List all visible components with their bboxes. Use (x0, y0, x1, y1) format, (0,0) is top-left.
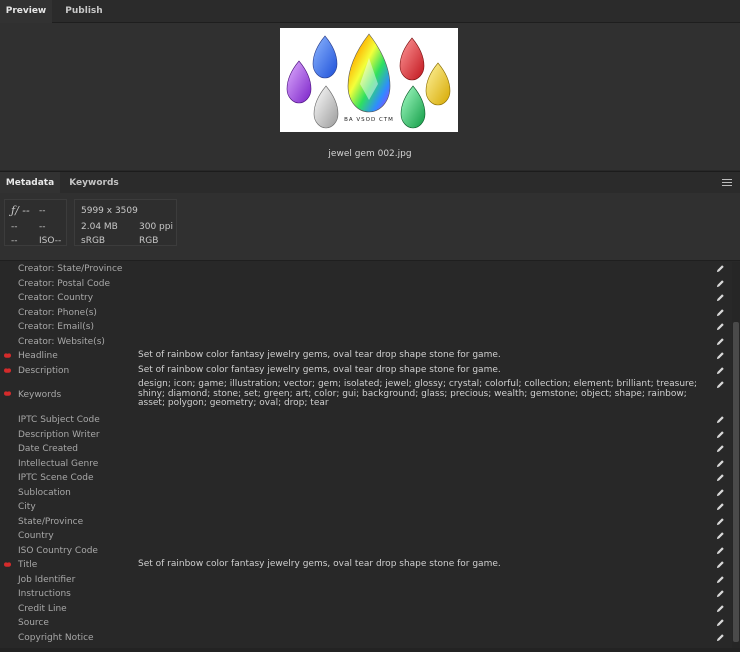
field-label: IPTC Scene Code (18, 473, 94, 483)
color-profile-value: sRGB (81, 236, 106, 246)
field-value[interactable]: Set of rainbow color fantasy jewelry gem… (138, 350, 716, 361)
iso-value: ISO-- (39, 236, 62, 246)
field-label: Title (18, 560, 38, 570)
pencil-icon[interactable] (716, 473, 725, 482)
field-value[interactable]: Set of rainbow color fantasy jewelry gem… (138, 559, 716, 570)
field-label: IPTC Subject Code (18, 415, 100, 425)
required-marker-icon (4, 391, 11, 396)
field-row-keywords[interactable]: Keywords design; icon; game; illustratio… (0, 379, 732, 410)
color-mode-value: RGB (139, 236, 159, 246)
field-label: Sublocation (18, 487, 71, 498)
pencil-icon[interactable] (716, 293, 725, 302)
field-label: Copyright Notice (18, 632, 94, 643)
metadata-field-list: Creator: State/Province Creator: Postal … (0, 262, 732, 650)
field-value[interactable]: Set of rainbow color fantasy jewelry gem… (138, 365, 716, 376)
field-label: Keywords (18, 390, 62, 400)
pencil-icon[interactable] (716, 444, 725, 453)
pencil-icon[interactable] (716, 517, 725, 526)
field-label: Description Writer (18, 429, 100, 440)
field-label: Instructions (18, 589, 71, 599)
metadata-tab-bar: Metadata Keywords (0, 171, 740, 194)
pencil-icon[interactable] (716, 430, 725, 439)
field-label: State/Province (18, 516, 84, 527)
required-marker-icon (4, 367, 11, 373)
exposure-value: -- (39, 206, 46, 216)
field-label: Creator: Phone(s) (18, 307, 97, 318)
panel-menu-icon[interactable] (722, 179, 732, 187)
required-marker-icon (4, 562, 11, 567)
pencil-icon[interactable] (716, 575, 725, 584)
field-label: Description (18, 365, 70, 376)
watermark-text: BA VSOD CTM (344, 117, 394, 123)
required-marker-icon (4, 353, 11, 358)
preview-thumbnail[interactable]: BA VSOD CTM (280, 28, 458, 132)
panel-bottom-edge (0, 648, 740, 652)
pencil-icon[interactable] (716, 546, 725, 555)
pencil-icon[interactable] (716, 560, 725, 569)
pencil-icon[interactable] (716, 337, 725, 346)
field-label: City (18, 502, 36, 512)
camera-value: -- (11, 222, 18, 232)
preview-filename: jewel gem 002.jpg (328, 149, 412, 159)
tab-keywords[interactable]: Keywords (64, 172, 124, 194)
field-value[interactable]: design; icon; game; illustration; vector… (138, 379, 716, 409)
pencil-icon[interactable] (716, 502, 725, 511)
file-size-value: 2.04 MB (81, 222, 118, 232)
field-label: Creator: State/Province (18, 264, 123, 274)
pencil-icon[interactable] (716, 633, 725, 642)
pencil-icon[interactable] (716, 366, 725, 375)
pencil-icon[interactable] (716, 618, 725, 627)
tab-preview[interactable]: Preview (0, 0, 52, 23)
field-label: ISO Country Code (18, 545, 98, 556)
pencil-icon[interactable] (716, 380, 725, 389)
camera-data-box: ƒ/ -- -- -- -- -- ISO-- (4, 199, 67, 246)
aperture-value: ƒ/ -- (11, 204, 30, 217)
field-label: Creator: Country (18, 293, 94, 303)
pencil-icon[interactable] (716, 459, 725, 468)
file-info-box: 5999 x 3509 2.04 MB 300 ppi sRGB RGB (74, 199, 177, 246)
field-label: Source (18, 618, 49, 628)
tab-publish[interactable]: Publish (56, 0, 112, 23)
preview-panel: BA VSOD CTM jewel gem 002.jpg (0, 23, 740, 170)
dimensions-value: 5999 x 3509 (81, 206, 138, 216)
file-summary: ƒ/ -- -- -- -- -- ISO-- 5999 x 3509 2.04… (0, 193, 740, 261)
camera-value: -- (11, 236, 18, 246)
pencil-icon[interactable] (716, 589, 725, 598)
pencil-icon[interactable] (716, 351, 725, 360)
resolution-value: 300 ppi (139, 222, 173, 232)
field-label: Creator: Postal Code (18, 278, 111, 289)
field-label: Date Created (18, 444, 78, 454)
pencil-icon[interactable] (716, 279, 725, 288)
field-label: Country (18, 531, 54, 541)
scrollbar-thumb[interactable] (733, 322, 739, 642)
field-label: Job Identifier (18, 574, 76, 585)
pencil-icon[interactable] (716, 308, 725, 317)
field-label: Creator: Website(s) (18, 336, 105, 347)
field-label: Creator: Email(s) (18, 322, 94, 332)
metadata-scrollbar[interactable] (732, 262, 740, 650)
pencil-icon[interactable] (716, 415, 725, 424)
pencil-icon[interactable] (716, 264, 725, 273)
camera-value: -- (39, 222, 46, 232)
top-tab-bar: Preview Publish (0, 0, 740, 23)
tab-metadata[interactable]: Metadata (0, 172, 60, 194)
pencil-icon[interactable] (716, 322, 725, 331)
field-label: Intellectual Genre (18, 458, 99, 469)
gems-image: BA VSOD CTM (286, 33, 451, 129)
pencil-icon[interactable] (716, 604, 725, 613)
field-label: Credit Line (18, 603, 67, 614)
field-label: Headline (18, 351, 58, 361)
pencil-icon[interactable] (716, 531, 725, 540)
pencil-icon[interactable] (716, 488, 725, 497)
